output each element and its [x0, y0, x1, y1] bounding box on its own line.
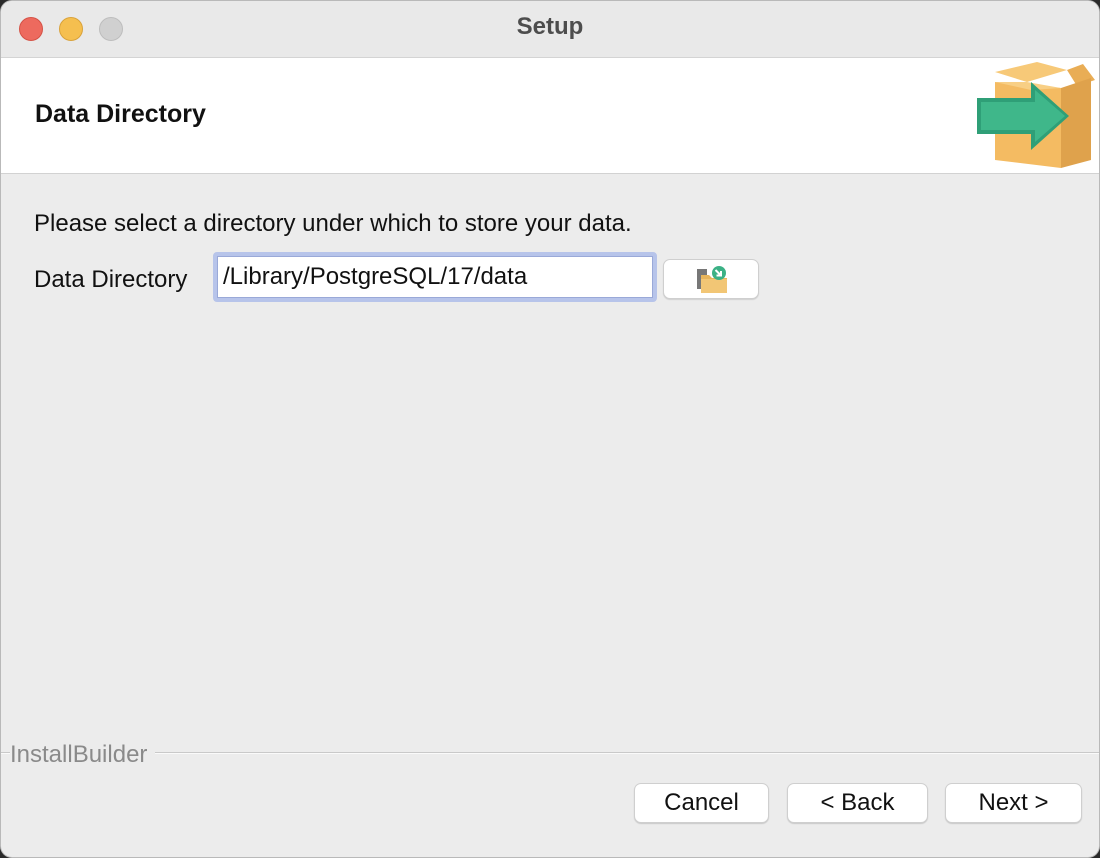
setup-window: Setup Data Directory Please select a dir… — [0, 0, 1100, 858]
data-directory-label: Data Directory — [34, 266, 188, 293]
folder-browse-icon — [697, 266, 727, 293]
back-button[interactable]: < Back — [787, 783, 928, 823]
instruction-text: Please select a directory under which to… — [34, 210, 632, 237]
page-title: Data Directory — [35, 100, 206, 128]
installbuilder-brand: InstallBuilder — [10, 741, 156, 769]
next-button[interactable]: Next > — [945, 783, 1082, 823]
window-title: Setup — [516, 13, 584, 40]
data-directory-input[interactable] — [213, 252, 657, 302]
browse-folder-button[interactable] — [663, 259, 759, 299]
footer-divider — [1, 752, 1099, 754]
page-header: Data Directory — [1, 58, 1099, 174]
installer-box-arrow-icon — [977, 62, 1095, 168]
cancel-button[interactable]: Cancel — [634, 783, 769, 823]
title-bar[interactable]: Setup — [1, 1, 1099, 58]
